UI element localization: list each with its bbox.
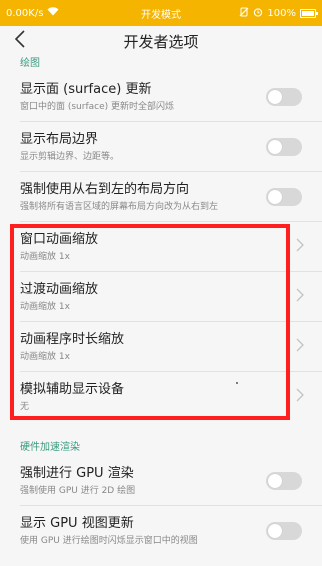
setting-subtitle: 强制使用 GPU 进行 2D 绘图 <box>20 486 136 496</box>
cursor-dot <box>236 382 238 384</box>
setting-subtitle: 使用 GPU 进行绘图时闪烁显示窗口中的视图 <box>20 536 198 546</box>
setting-title: 窗口动画缩放 <box>20 232 99 247</box>
status-bar: 0.00K/s 开发模式 100% <box>0 0 322 26</box>
setting-subtitle: 动画缩放 1x <box>20 302 70 312</box>
chevron-left-icon <box>14 30 26 52</box>
setting-title: 动画程序时长缩放 <box>20 332 125 347</box>
battery-text: 100% <box>267 7 296 19</box>
setting-simulate-secondary-displays[interactable]: 模拟辅助显示设备 无 <box>0 372 322 422</box>
setting-force-rtl[interactable]: 强制使用从右到左的布局方向 强制将所有语言区域的屏幕布局方向改为从右到左 <box>0 172 322 222</box>
alarm-icon <box>253 7 263 20</box>
setting-transition-animation-scale[interactable]: 过渡动画缩放 动画缩放 1x <box>0 272 322 322</box>
settings-list: 绘图 显示面 (surface) 更新 窗口中的面 (surface) 更新时全… <box>0 56 322 556</box>
setting-window-animation-scale[interactable]: 窗口动画缩放 动画缩放 1x <box>0 222 322 272</box>
battery-icon <box>300 8 318 18</box>
setting-title: 显示 GPU 视图更新 <box>20 516 134 531</box>
setting-show-gpu-view-updates[interactable]: 显示 GPU 视图更新 使用 GPU 进行绘图时闪烁显示窗口中的视图 <box>0 506 322 556</box>
chevron-right-icon <box>296 388 304 406</box>
setting-title: 强制使用从右到左的布局方向 <box>20 182 190 197</box>
toggle-switch[interactable] <box>266 188 302 206</box>
wifi-icon <box>47 7 59 19</box>
toggle-switch[interactable] <box>266 522 302 540</box>
chevron-right-icon <box>296 288 304 306</box>
network-speed: 0.00K/s <box>6 7 44 19</box>
setting-subtitle: 显示剪辑边界、边距等。 <box>20 152 120 162</box>
setting-title: 强制进行 GPU 渲染 <box>20 466 134 481</box>
setting-subtitle: 动画缩放 1x <box>20 252 70 262</box>
setting-subtitle: 动画缩放 1x <box>20 352 70 362</box>
setting-force-gpu-rendering[interactable]: 强制进行 GPU 渲染 强制使用 GPU 进行 2D 绘图 <box>0 456 322 506</box>
toggle-switch[interactable] <box>266 88 302 106</box>
setting-subtitle: 窗口中的面 (surface) 更新时全部闪烁 <box>20 102 175 112</box>
toggle-switch[interactable] <box>266 138 302 156</box>
setting-title: 模拟辅助显示设备 <box>20 382 125 397</box>
section-header-hardware-rendering: 硬件加速渲染 <box>20 442 80 453</box>
chevron-right-icon <box>296 338 304 356</box>
setting-title: 过渡动画缩放 <box>20 282 99 297</box>
page-title: 开发者选项 <box>123 32 199 51</box>
no-sim-icon <box>239 7 249 20</box>
back-button[interactable] <box>8 29 32 53</box>
setting-show-surface-updates[interactable]: 显示面 (surface) 更新 窗口中的面 (surface) 更新时全部闪烁 <box>0 72 322 122</box>
setting-animator-duration-scale[interactable]: 动画程序时长缩放 动画缩放 1x <box>0 322 322 372</box>
toggle-switch[interactable] <box>266 472 302 490</box>
section-header-drawing: 绘图 <box>20 58 40 69</box>
setting-title: 显示面 (surface) 更新 <box>20 82 152 97</box>
title-bar: 开发者选项 <box>0 26 322 56</box>
setting-title: 显示布局边界 <box>20 132 99 147</box>
setting-subtitle: 强制将所有语言区域的屏幕布局方向改为从右到左 <box>20 202 219 212</box>
chevron-right-icon <box>296 238 304 256</box>
setting-show-layout-bounds[interactable]: 显示布局边界 显示剪辑边界、边距等。 <box>0 122 322 172</box>
setting-subtitle: 无 <box>20 402 30 412</box>
